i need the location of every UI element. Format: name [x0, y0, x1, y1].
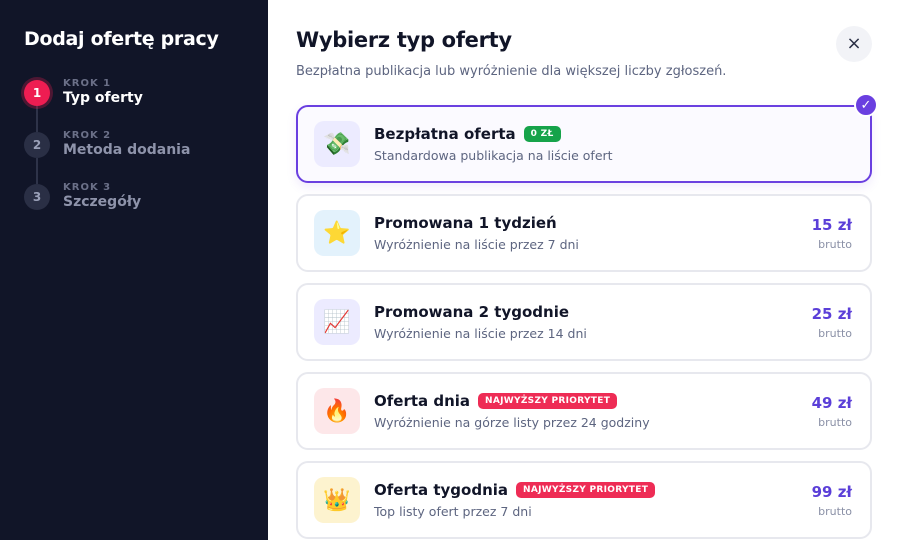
option-promoted-1-week[interactable]: ⭐ Promowana 1 tydzień Wyróżnienie na liś… — [296, 194, 872, 272]
step-number: 1 — [24, 80, 50, 106]
option-title: Oferta tygodnia — [374, 481, 509, 499]
step-kicker: KROK 1 — [63, 78, 112, 89]
stepper: 1 KROK 1 Typ oferty 2 KROK 2 Metoda doda… — [24, 78, 244, 234]
step-label: Typ oferty — [63, 90, 143, 106]
option-title: Oferta dnia — [374, 392, 471, 410]
sidebar: Dodaj ofertę pracy 1 KROK 1 Typ oferty 2… — [0, 0, 268, 540]
option-description: Wyróżnienie na górze listy przez 24 godz… — [374, 415, 650, 430]
step-1[interactable]: 1 KROK 1 Typ oferty — [24, 78, 244, 132]
offer-type-list: 💸 Bezpłatna oferta 0 ZŁ Standardowa publ… — [296, 93, 896, 539]
option-title: Promowana 1 tydzień — [374, 214, 557, 232]
star-icon: ⭐ — [314, 210, 360, 256]
step-number: 2 — [24, 132, 50, 158]
option-price: 25 zł — [811, 304, 852, 323]
chart-up-icon: 📈 — [314, 299, 360, 345]
price-badge: 0 ZŁ — [523, 126, 561, 142]
step-label: Metoda dodania — [63, 142, 191, 158]
price-unit: brutto — [818, 504, 852, 518]
option-description: Wyróżnienie na liście przez 14 dni — [374, 326, 587, 341]
option-description: Top listy ofert przez 7 dni — [374, 504, 532, 519]
page-title: Wybierz typ oferty — [296, 28, 512, 52]
price-unit: brutto — [818, 237, 852, 251]
sidebar-title: Dodaj ofertę pracy — [24, 28, 219, 50]
priority-badge: NAJWYŻSZY PRIORYTET — [478, 393, 618, 409]
close-icon: × — [846, 33, 862, 54]
step-kicker: KROK 2 — [63, 130, 112, 141]
option-description: Standardowa publikacja na liście ofert — [374, 148, 613, 163]
option-promoted-2-weeks[interactable]: 📈 Promowana 2 tygodnie Wyróżnienie na li… — [296, 283, 872, 361]
step-connector — [36, 158, 38, 184]
money-icon: 💸 — [314, 121, 360, 167]
priority-badge: NAJWYŻSZY PRIORYTET — [516, 482, 656, 498]
close-button[interactable]: × — [836, 26, 872, 62]
option-offer-of-the-week[interactable]: 👑 Oferta tygodnia NAJWYŻSZY PRIORYTET To… — [296, 461, 872, 539]
option-offer-of-the-day[interactable]: 🔥 Oferta dnia NAJWYŻSZY PRIORYTET Wyróżn… — [296, 372, 872, 450]
option-description: Wyróżnienie na liście przez 7 dni — [374, 237, 579, 252]
step-connector — [36, 106, 38, 132]
option-free[interactable]: 💸 Bezpłatna oferta 0 ZŁ Standardowa publ… — [296, 93, 878, 183]
option-title: Promowana 2 tygodnie — [374, 303, 570, 321]
option-title: Bezpłatna oferta — [374, 125, 516, 143]
price-unit: brutto — [818, 326, 852, 340]
step-number: 3 — [24, 184, 50, 210]
option-price: 99 zł — [811, 482, 852, 501]
selected-check-icon: ✓ — [854, 93, 878, 117]
step-3[interactable]: 3 KROK 3 Szczegóły — [24, 182, 244, 234]
step-kicker: KROK 3 — [63, 182, 112, 193]
fire-icon: 🔥 — [314, 388, 360, 434]
step-2[interactable]: 2 KROK 2 Metoda dodania — [24, 130, 244, 184]
step-label: Szczegóły — [63, 194, 142, 210]
price-unit: brutto — [818, 415, 852, 429]
option-price: 15 zł — [811, 215, 852, 234]
option-price: 49 zł — [811, 393, 852, 412]
page-subtitle: Bezpłatna publikacja lub wyróżnienie dla… — [296, 64, 727, 79]
crown-icon: 👑 — [314, 477, 360, 523]
main-panel: Wybierz typ oferty Bezpłatna publikacja … — [268, 0, 924, 540]
